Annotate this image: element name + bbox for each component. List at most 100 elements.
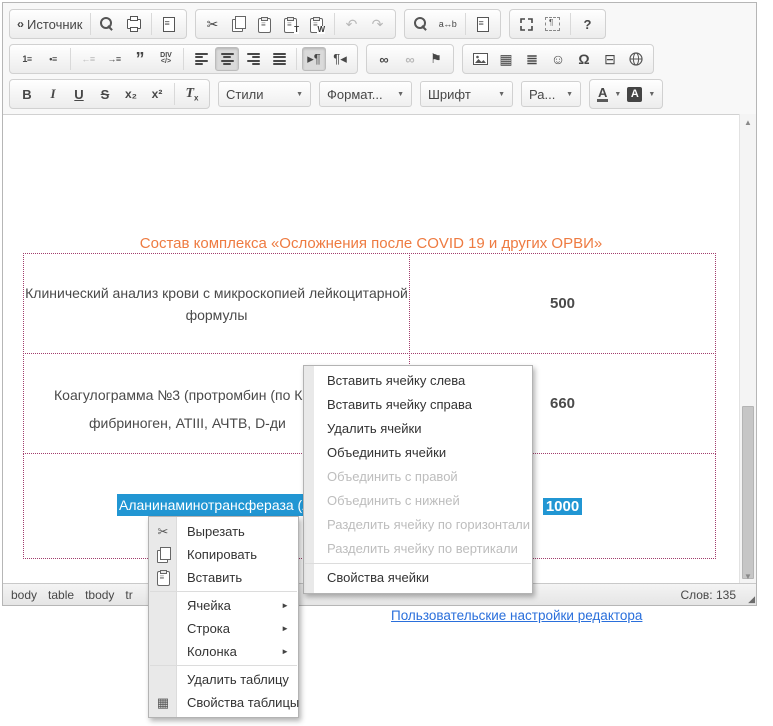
bidi-rtl-button[interactable]: ¶◂	[328, 47, 352, 71]
context-menu-item-paste[interactable]: Вставить	[149, 566, 298, 589]
templates-button[interactable]	[157, 12, 181, 36]
submenu-item-delete-cells[interactable]: Удалить ячейки	[304, 417, 532, 441]
separator	[183, 48, 184, 70]
show-blocks-button[interactable]	[541, 12, 565, 36]
outdent-button[interactable]: ←≡	[76, 47, 100, 71]
bulleted-list-button[interactable]: •≡	[41, 47, 65, 71]
element-path-tbody[interactable]: tbody	[85, 588, 114, 602]
word-count: Слов: 135	[680, 588, 736, 602]
bidi-ltr-button[interactable]: ▸¶	[302, 47, 326, 71]
submenu-item-label: Объединить с правой	[327, 469, 458, 484]
cut-button[interactable]: ✂	[201, 12, 225, 36]
align-center-button[interactable]	[215, 47, 239, 71]
copy-button[interactable]	[227, 12, 251, 36]
context-menu-item-row[interactable]: Строка ►	[149, 617, 298, 640]
separator	[465, 13, 466, 35]
select-all-button[interactable]	[471, 12, 495, 36]
indent-button[interactable]: →≡	[102, 47, 126, 71]
paste-plain-text-button[interactable]: T	[279, 12, 303, 36]
chevron-down-icon: ▼	[397, 91, 404, 98]
format-dropdown[interactable]: Формат... ▼	[319, 81, 412, 107]
context-menu-item-cell[interactable]: Ячейка ►	[149, 594, 298, 617]
find-button[interactable]	[410, 12, 434, 36]
underline-button[interactable]: U	[67, 82, 91, 106]
replace-button[interactable]: a↔b	[436, 12, 460, 36]
maximize-button[interactable]	[515, 12, 539, 36]
cell-service-name[interactable]: Клинический анализ крови с микроскопией …	[23, 253, 410, 354]
cell-price[interactable]: 500	[409, 253, 716, 354]
submenu-item-insert-cell-left[interactable]: Вставить ячейку слева	[304, 369, 532, 393]
bold-button[interactable]: B	[15, 82, 39, 106]
element-path-table[interactable]: table	[48, 588, 74, 602]
print-button[interactable]	[122, 12, 146, 36]
print-icon	[127, 19, 141, 29]
help-button[interactable]: ?	[576, 12, 600, 36]
text-color-button[interactable]: A ▼	[595, 82, 623, 106]
image-button[interactable]	[468, 47, 492, 71]
scrollbar-thumb[interactable]	[742, 406, 754, 579]
toolbar-group-colors: A ▼ A ▼	[589, 79, 663, 109]
submenu-item-split-horizontal[interactable]: Разделить ячейку по горизонтали	[304, 513, 532, 537]
paste-icon	[154, 569, 172, 587]
submenu-item-merge-right[interactable]: Объединить с правой	[304, 465, 532, 489]
table-row: Клинический анализ крови с микроскопией …	[23, 253, 716, 354]
submenu-item-insert-cell-right[interactable]: Вставить ячейку справа	[304, 393, 532, 417]
blockquote-button[interactable]: ”	[128, 47, 152, 71]
submenu-item-label: Свойства ячейки	[327, 570, 429, 585]
element-path-body[interactable]: body	[11, 588, 37, 602]
unlink-button[interactable]: ∞	[398, 47, 422, 71]
submenu-item-split-vertical[interactable]: Разделить ячейку по вертикали	[304, 537, 532, 561]
context-menu-item-delete-table[interactable]: Удалить таблицу	[149, 668, 298, 691]
align-right-button[interactable]	[241, 47, 265, 71]
superscript-button[interactable]: x²	[145, 82, 169, 106]
italic-button[interactable]: I	[41, 82, 65, 106]
paste-from-word-button[interactable]: W	[305, 12, 329, 36]
submenu-item-label: Объединить с нижней	[327, 493, 460, 508]
context-menu-item-column[interactable]: Колонка ►	[149, 640, 298, 663]
submenu-item-merge-cells[interactable]: Объединить ячейки	[304, 441, 532, 465]
remove-format-button[interactable]: Tx	[180, 82, 204, 106]
scrollbar-track[interactable]: ▲ ▼	[739, 114, 756, 585]
editor-settings-link[interactable]: Пользовательские настройки редактора	[391, 608, 642, 623]
paste-t-letter: T	[294, 26, 299, 34]
strikethrough-button[interactable]: S	[93, 82, 117, 106]
context-menu-item-cut[interactable]: ✂ Вырезать	[149, 520, 298, 543]
element-path-tr[interactable]: tr	[125, 588, 132, 602]
anchor-button[interactable]: ⚑	[424, 47, 448, 71]
document-title[interactable]: Состав комплекса «Осложнения после COVID…	[3, 235, 739, 252]
font-dropdown-label: Шрифт	[428, 87, 471, 102]
align-left-button[interactable]	[189, 47, 213, 71]
submenu-item-label: Вставить ячейку справа	[327, 397, 472, 412]
styles-dropdown[interactable]: Стили ▼	[218, 81, 311, 107]
link-button[interactable]: ∞	[372, 47, 396, 71]
smiley-button[interactable]: ☺	[546, 47, 570, 71]
remove-format-x: x	[194, 94, 198, 103]
price-value: 660	[550, 395, 575, 412]
submenu-item-cell-properties[interactable]: Свойства ячейки	[304, 566, 532, 590]
source-button[interactable]: ‹› Источник	[15, 12, 85, 36]
resize-grip[interactable]: ◢	[748, 595, 755, 604]
toolbar-group-paragraph: 1≡ •≡ ←≡ →≡ ” DIV </>	[9, 44, 358, 74]
table-button[interactable]: ▦	[494, 47, 518, 71]
horizontal-rule-button[interactable]: ≣	[520, 47, 544, 71]
justify-button[interactable]	[267, 47, 291, 71]
div-container-button[interactable]: DIV </>	[154, 47, 178, 71]
redo-button[interactable]: ↷	[366, 12, 390, 36]
paste-button[interactable]	[253, 12, 277, 36]
context-menu-item-copy[interactable]: Копировать	[149, 543, 298, 566]
context-menu-item-table-properties[interactable]: ▦ Свойства таблицы	[149, 691, 298, 714]
iframe-button[interactable]	[624, 47, 648, 71]
submenu-item-merge-down[interactable]: Объединить с нижней	[304, 489, 532, 513]
preview-button[interactable]	[96, 12, 120, 36]
special-char-button[interactable]: Ω	[572, 47, 596, 71]
scrollbar-down-button[interactable]: ▼	[740, 569, 756, 584]
numbered-list-button[interactable]: 1≡	[15, 47, 39, 71]
page-break-button[interactable]: ⊟	[598, 47, 622, 71]
size-dropdown[interactable]: Ра... ▼	[521, 81, 581, 107]
background-color-icon: A	[627, 87, 642, 102]
background-color-button[interactable]: A ▼	[625, 82, 657, 106]
font-dropdown[interactable]: Шрифт ▼	[420, 81, 513, 107]
subscript-button[interactable]: x₂	[119, 82, 143, 106]
undo-button[interactable]: ↶	[340, 12, 364, 36]
scrollbar-up-button[interactable]: ▲	[740, 115, 756, 130]
